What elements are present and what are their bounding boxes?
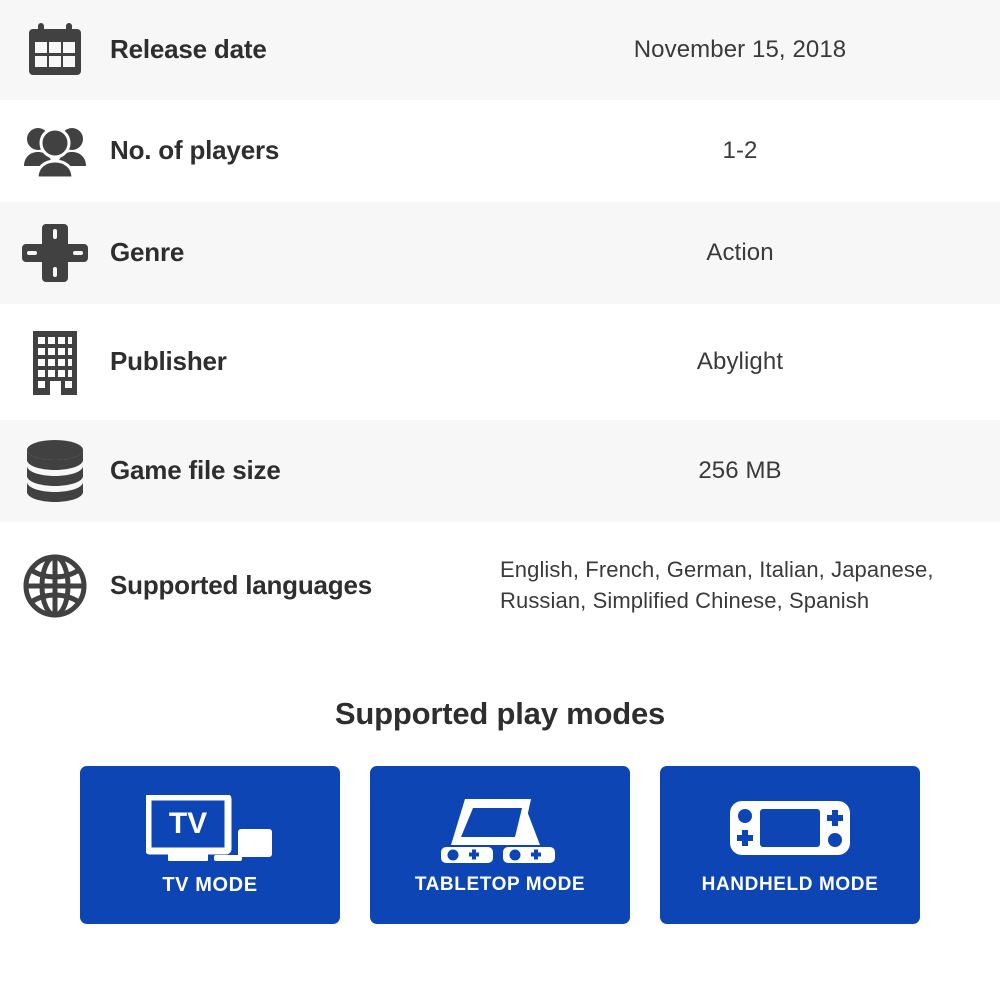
table-row: Supported languages English, French, Ger… xyxy=(0,522,1000,650)
table-row: Game file size 256 MB xyxy=(0,420,1000,522)
spec-label-text: Supported languages xyxy=(110,570,373,601)
database-icon xyxy=(0,438,110,504)
play-mode-card-handheld[interactable]: HANDHELD MODE xyxy=(660,766,920,924)
spec-value: English, French, German, Italian, Japane… xyxy=(500,557,934,613)
spec-label: No. of players xyxy=(110,135,280,166)
calendar-icon xyxy=(0,20,110,80)
table-row: Publisher Abylight xyxy=(0,304,1000,420)
section-title: Supported play modes xyxy=(334,696,666,731)
spec-value: 256 MB xyxy=(698,457,782,484)
spec-value: Abylight xyxy=(696,348,784,375)
spec-value: November 15, 2018 xyxy=(633,36,847,63)
spec-value: 1-2 xyxy=(722,137,758,164)
game-details-panel: Release date November 15, 2018 No. of pl… xyxy=(0,0,1000,1000)
spec-label: Game file size xyxy=(110,455,281,486)
play-mode-label: TABLETOP MODE xyxy=(414,874,586,895)
play-mode-label: TV MODE xyxy=(162,874,258,896)
play-mode-card-tabletop[interactable]: TABLETOP MODE xyxy=(370,766,630,924)
svg-text:TV: TV xyxy=(169,807,207,840)
spec-label: Genre xyxy=(110,237,185,268)
tv-mode-icon: TV xyxy=(146,792,274,864)
play-mode-label: HANDHELD MODE xyxy=(701,874,879,895)
handheld-mode-icon xyxy=(728,792,852,864)
play-mode-card-tv[interactable]: TV TV MODE xyxy=(80,766,340,924)
spec-table: Release date November 15, 2018 No. of pl… xyxy=(0,0,1000,650)
spec-label: Supported languages xyxy=(110,570,500,601)
building-icon xyxy=(0,329,110,395)
players-icon xyxy=(0,122,110,180)
spec-label: Release date xyxy=(110,34,267,65)
globe-icon xyxy=(0,554,110,618)
dpad-icon xyxy=(0,220,110,286)
spec-label: Publisher xyxy=(110,346,227,377)
spec-value: Action xyxy=(706,239,774,266)
table-row: Release date November 15, 2018 xyxy=(0,0,1000,100)
table-row: Genre Action xyxy=(0,202,1000,304)
supported-play-modes-section: Supported play modes TV TV MODE TABLETOP… xyxy=(0,650,1000,924)
tabletop-mode-icon xyxy=(439,792,561,864)
table-row: No. of players 1-2 xyxy=(0,100,1000,202)
play-mode-card-list: TV TV MODE TABLETOP MODE HANDHELD MODE xyxy=(0,766,1000,924)
